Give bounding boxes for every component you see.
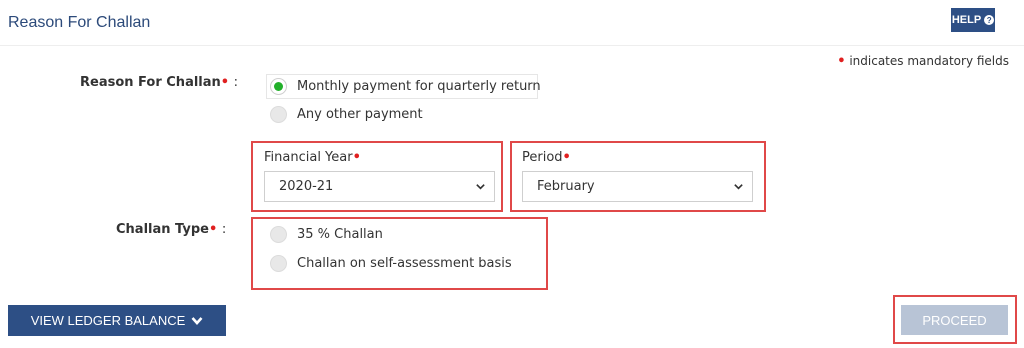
reason-option-other[interactable]: Any other payment xyxy=(270,106,423,123)
reason-label-text: Reason For Challan xyxy=(80,75,221,90)
mandatory-note: • indicates mandatory fields xyxy=(837,54,1009,69)
question-circle-icon: ? xyxy=(984,15,995,25)
period-value: February xyxy=(537,179,595,194)
challan-type-label: Challan Type• : xyxy=(116,222,226,237)
chevron-down-icon xyxy=(476,184,485,190)
challan-type-colon: : xyxy=(221,222,227,237)
reason-option-monthly[interactable]: Monthly payment for quarterly return xyxy=(270,78,541,95)
reason-required-indicator: • xyxy=(220,75,230,90)
page-title: Reason For Challan xyxy=(8,14,151,31)
challan-type-label-text: Challan Type xyxy=(116,222,209,237)
required-indicator: • xyxy=(837,54,846,69)
financial-year-select[interactable]: 2020-21 xyxy=(264,171,495,202)
period-label-text: Period xyxy=(522,150,563,165)
challan-type-option-35[interactable]: 35 % Challan xyxy=(270,226,383,243)
challan-type-option-label: Challan on self-assessment basis xyxy=(297,256,512,271)
view-ledger-balance-label: VIEW LEDGER BALANCE xyxy=(30,313,186,328)
mandatory-note-text: indicates mandatory fields xyxy=(849,54,1009,68)
radio-unchecked-icon[interactable] xyxy=(270,106,287,123)
reason-option-label: Any other payment xyxy=(297,107,423,122)
radio-unchecked-icon[interactable] xyxy=(270,226,287,243)
radio-unchecked-icon[interactable] xyxy=(270,255,287,272)
period-select[interactable]: February xyxy=(522,171,753,202)
proceed-button[interactable]: PROCEED xyxy=(901,305,1008,335)
header-divider xyxy=(0,45,1024,46)
challan-type-required-indicator: • xyxy=(208,222,218,237)
chevron-down-icon xyxy=(734,184,743,190)
help-button[interactable]: HELP ? xyxy=(951,8,995,32)
financial-year-required-indicator: • xyxy=(352,150,361,165)
challan-type-option-label: 35 % Challan xyxy=(297,227,383,242)
challan-type-option-self-assessment[interactable]: Challan on self-assessment basis xyxy=(270,255,512,272)
reason-option-label: Monthly payment for quarterly return xyxy=(297,79,541,94)
radio-checked-icon[interactable] xyxy=(270,78,287,95)
chevron-down-icon xyxy=(191,316,203,325)
view-ledger-balance-button[interactable]: VIEW LEDGER BALANCE xyxy=(8,305,226,336)
period-label: Period• xyxy=(522,150,571,165)
financial-year-label-text: Financial Year xyxy=(264,150,353,165)
period-required-indicator: • xyxy=(562,150,571,165)
reason-colon: : xyxy=(233,75,239,90)
financial-year-value: 2020-21 xyxy=(279,179,334,194)
reason-label: Reason For Challan• : xyxy=(80,75,238,90)
help-button-label: HELP xyxy=(951,14,982,26)
proceed-label: PROCEED xyxy=(922,312,987,328)
financial-year-label: Financial Year• xyxy=(264,150,361,165)
